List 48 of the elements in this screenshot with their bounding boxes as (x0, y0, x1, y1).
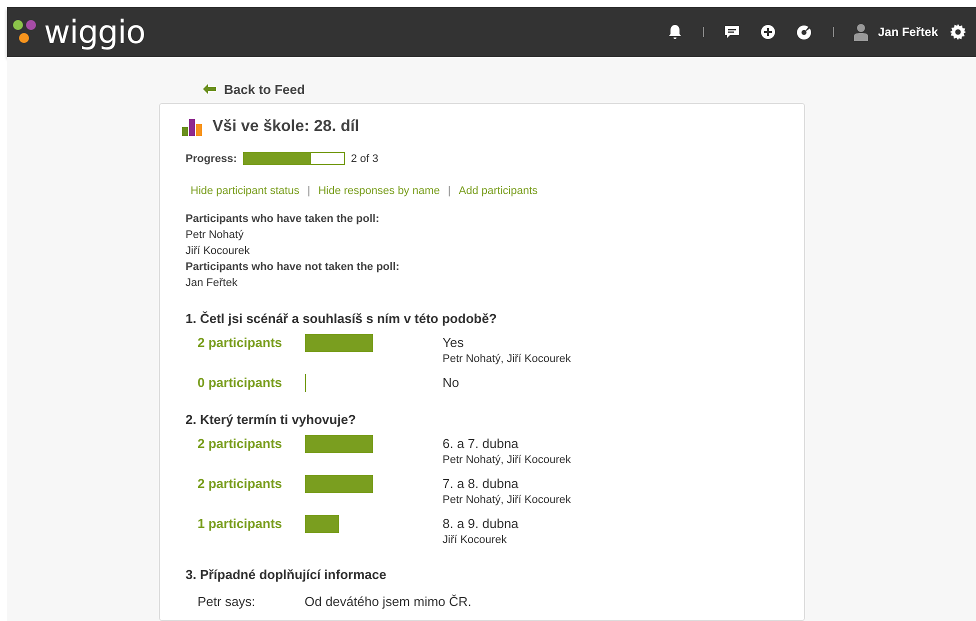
participant-name: Petr Nohatý (186, 228, 245, 243)
add-icon[interactable] (760, 24, 776, 40)
action-link[interactable]: Hide responses by name (318, 185, 440, 197)
user-avatar-icon[interactable] (854, 23, 868, 41)
arrow-left-icon (203, 84, 216, 94)
user-name[interactable]: Jan Feřtek (878, 25, 938, 39)
answer-count: 0 participants (198, 374, 284, 392)
answer-bar (304, 435, 372, 453)
answer-bar (304, 515, 338, 533)
action-link[interactable]: Hide participant status (190, 185, 300, 197)
respondent-names: Petr Nohatý, Jiří Kocourek (442, 493, 571, 507)
bar-chart-icon (182, 118, 202, 136)
answer-option: 7. a 8. dubna (442, 475, 571, 493)
respondent-names: Petr Nohatý, Jiří Kocourek (442, 453, 571, 467)
question-title: 1. Četl jsi scénář a souhlasíš s ním v této podobě? (186, 311, 498, 326)
respondent-label: Petr says: (198, 594, 256, 609)
answer-option: Yes (442, 334, 571, 352)
answer-option: No (442, 374, 460, 392)
status-heading: Participants who have not taken the poll: (186, 260, 400, 275)
refresh-icon[interactable] (796, 24, 813, 40)
question-title: 2. Který termín ti vyhovuje? (186, 412, 357, 427)
chat-icon[interactable] (724, 24, 740, 40)
question-title: 3. Případné doplňující informace (186, 567, 388, 582)
answer-count: 2 participants (198, 435, 284, 453)
poll-title: Vši ve škole: 28. díl (212, 118, 360, 136)
answer-count: 1 participants (198, 515, 284, 533)
logo-dots-icon (12, 19, 38, 45)
answer-bar (304, 475, 372, 493)
settings-icon[interactable] (950, 24, 966, 40)
respondent-names: Petr Nohatý, Jiří Kocourek (442, 352, 571, 366)
action-link[interactable]: Add participants (458, 185, 538, 197)
answer-bar (304, 334, 372, 352)
participant-name: Jan Feřtek (186, 276, 238, 291)
participant-name: Jiří Kocourek (186, 244, 251, 259)
status-heading: Participants who have taken the poll: (186, 212, 380, 227)
logo-text: wiggio (44, 13, 146, 51)
link-separator: | (307, 185, 310, 197)
bell-icon[interactable] (666, 24, 683, 40)
response-text: Od devátého jsem mimo ČR. (304, 594, 472, 609)
progress-label: Progress: (186, 152, 237, 164)
answer-count: 2 participants (198, 475, 284, 493)
answer-option: 8. a 9. dubna (442, 515, 518, 533)
back-link[interactable]: Back to Feed (203, 81, 305, 97)
progress-reading: 2 of 3 (350, 152, 378, 164)
link-separator: | (448, 185, 451, 197)
respondent-names: Jiří Kocourek (442, 533, 508, 547)
answer-count: 2 participants (198, 334, 284, 352)
answer-option: 6. a 7. dubna (442, 435, 571, 453)
